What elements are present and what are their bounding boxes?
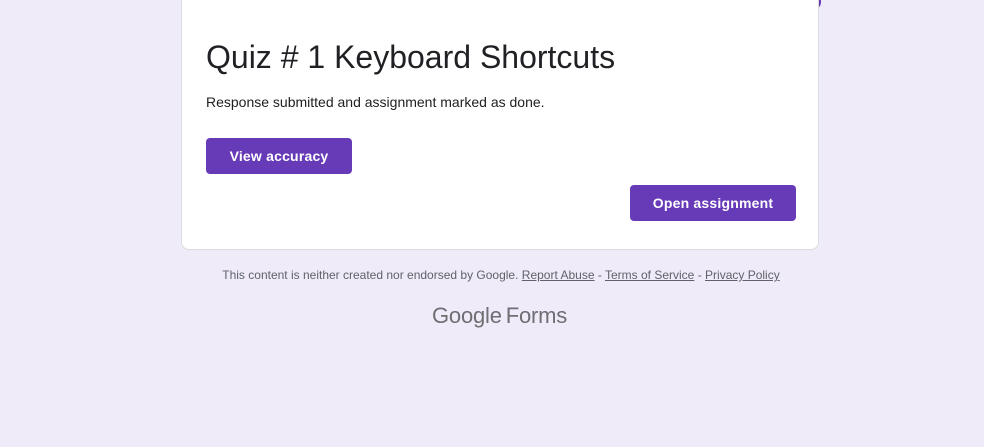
- privacy-policy-link[interactable]: Privacy Policy: [705, 268, 780, 282]
- footer-separator: -: [697, 268, 702, 282]
- open-assignment-button[interactable]: Open assignment: [630, 185, 796, 221]
- disclaimer-text: This content is neither created nor endo…: [222, 268, 519, 282]
- footer-separator: -: [597, 268, 602, 282]
- google-forms-logo[interactable]: Google Forms: [432, 302, 567, 330]
- confirmation-message: Response submitted and assignment marked…: [206, 94, 545, 110]
- google-wordmark: Google: [432, 303, 502, 328]
- view-accuracy-button[interactable]: View accuracy: [206, 138, 352, 174]
- terms-of-service-link[interactable]: Terms of Service: [605, 268, 694, 282]
- report-abuse-link[interactable]: Report Abuse: [522, 268, 595, 282]
- form-title: Quiz # 1 Keyboard Shortcuts: [206, 39, 616, 75]
- footer-disclaimer: This content is neither created nor endo…: [181, 267, 821, 283]
- forms-wordmark: Forms: [505, 303, 568, 328]
